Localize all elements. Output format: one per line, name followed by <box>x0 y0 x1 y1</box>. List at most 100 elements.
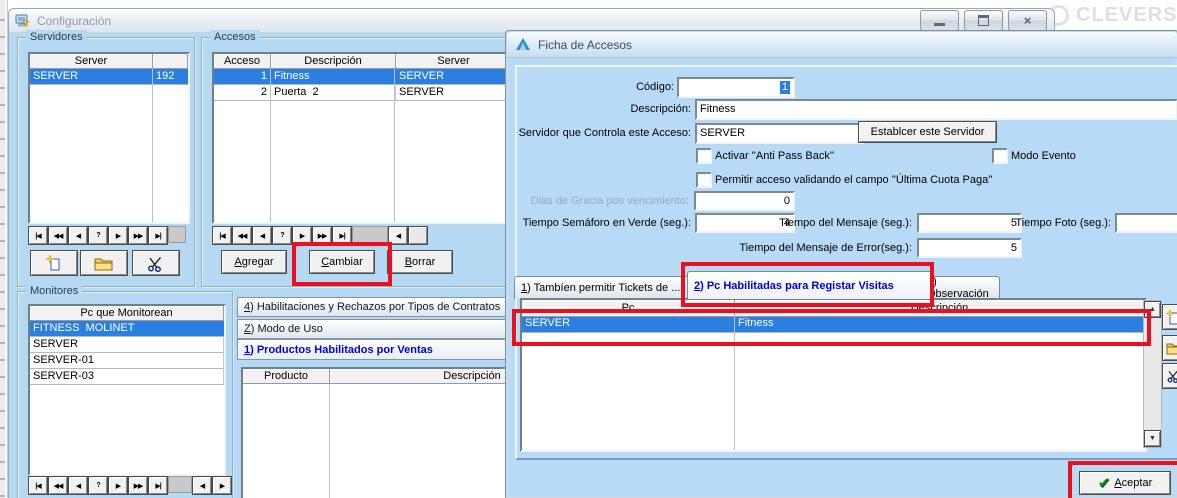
tiempo-mensaje-label: Tiempo del Mensaje (seg.): <box>779 216 912 230</box>
accesos-col-descripcion-header[interactable]: Descripción <box>271 54 396 69</box>
borrar-button[interactable]: Borrar <box>387 250 453 274</box>
borrar-label: Borrar <box>405 256 436 268</box>
codigo-input[interactable]: 1 <box>677 77 795 98</box>
anti-pass-back-checkbox[interactable] <box>696 148 712 164</box>
dialog-icon <box>515 37 531 52</box>
accesos-row-fitness[interactable]: 1 Fitness SERVER <box>214 69 512 85</box>
monitores-row[interactable]: SERVER <box>30 337 224 353</box>
nav-scrollbar-track[interactable] <box>168 226 186 243</box>
nav-fast-back-button[interactable]: ◀◀ <box>232 226 252 245</box>
servidores-nav: |◀ ◀◀ ◀ ? ▶ ▶▶ ▶| <box>28 226 186 243</box>
nav-next-button[interactable]: ▶ <box>108 226 128 245</box>
tab-habilitaciones-contratos[interactable]: 4) Habilitaciones y Rechazos por Tipos d… <box>237 297 516 317</box>
accesos-table: Acceso Descripción Server 1 Fitness SERV… <box>212 52 514 224</box>
tab-productos-habilitados[interactable]: 1) Productos Habilitados por Ventas <box>237 339 516 360</box>
nav-fast-back-button[interactable]: ◀◀ <box>48 476 68 495</box>
tab-label: 3) Observación <box>927 276 993 300</box>
nav-prev-button[interactable]: ◀ <box>68 226 88 245</box>
tiempo-foto-label: Tiempo Foto (seg.): <box>1015 216 1111 230</box>
dialog-titlebar[interactable]: Ficha de Accesos <box>507 32 1177 58</box>
modo-evento-checkbox[interactable] <box>992 148 1008 164</box>
brand-logo-text: CLEVERSO <box>1076 4 1177 27</box>
accesos-row-puerta2[interactable]: 2 Puerta 2 SERVER <box>214 85 512 101</box>
codigo-value: 1 <box>780 81 790 94</box>
highlight-server-row <box>512 309 1151 346</box>
nav-find-button[interactable]: ? <box>88 226 108 245</box>
maximize-button[interactable] <box>964 10 1003 31</box>
codigo-label: Código: <box>636 80 674 94</box>
monitores-row[interactable]: SERVER-01 <box>30 353 224 369</box>
new-document-icon <box>45 255 63 272</box>
minimize-button[interactable] <box>920 10 959 31</box>
folder-icon <box>94 256 114 271</box>
close-icon: × <box>1024 14 1032 27</box>
tiempo-foto-input[interactable] <box>1115 213 1177 233</box>
monitores-row[interactable]: FITNESS MOLINET <box>30 321 224 337</box>
window-controls: × <box>920 10 1047 31</box>
delete-record-button[interactable] <box>132 250 180 276</box>
nav-first-button[interactable]: |◀ <box>28 476 48 495</box>
semaforo-label: Tiempo Semáforo en Verde (seg.): <box>523 216 691 230</box>
nav-fast-forward-button[interactable]: ▶▶ <box>128 226 148 245</box>
edit-pc-button[interactable] <box>1162 335 1177 361</box>
tiempo-error-input[interactable]: 5 <box>917 238 1022 258</box>
tab-tickets[interactable]: 1) Tambíen permitir Tickets de ... <box>514 276 698 299</box>
productos-col-producto-header[interactable]: Producto <box>243 369 330 384</box>
nav-last-button[interactable]: ▶| <box>148 476 168 495</box>
establecer-servidor-label: Establcer este Servidor <box>871 126 985 138</box>
open-record-button[interactable] <box>80 250 128 276</box>
servidores-col-server-header[interactable]: Server <box>30 54 153 69</box>
tab-modo-de-uso[interactable]: Z) Modo de Uso <box>237 319 516 339</box>
nav-first-button[interactable]: |◀ <box>212 226 232 245</box>
scroll-down-button[interactable]: ▼ <box>1144 430 1161 447</box>
dialog-title: Ficha de Accesos <box>538 38 632 52</box>
add-pc-button[interactable] <box>1162 304 1177 330</box>
agregar-button[interactable]: Agregar <box>221 250 287 274</box>
establecer-servidor-button[interactable]: Establcer este Servidor <box>858 121 997 143</box>
descripcion-input[interactable]: Fitness <box>695 99 1177 120</box>
accesos-col-server-header[interactable]: Server <box>396 54 512 69</box>
nav-fast-back-button[interactable]: ◀◀ <box>48 226 68 245</box>
new-record-button[interactable] <box>30 250 78 276</box>
accesos-col-acceso-header[interactable]: Acceso <box>214 54 271 69</box>
nav-prev-button[interactable]: ◀ <box>252 226 272 245</box>
ultima-cuota-checkbox[interactable] <box>696 172 712 188</box>
nav-find-button[interactable]: ? <box>88 476 108 495</box>
servidor-input[interactable]: SERVER <box>695 123 864 144</box>
folder-icon <box>1166 342 1177 355</box>
nav-next-button[interactable]: ▶ <box>108 476 128 495</box>
nav-fast-forward-button[interactable]: ▶▶ <box>128 476 148 495</box>
servidores-col-ip-header[interactable] <box>153 54 188 69</box>
scissors-icon <box>1166 369 1177 383</box>
scroll-left-button[interactable]: ◀ <box>192 476 212 495</box>
monitores-header[interactable]: Pc que Monitorean <box>30 306 224 321</box>
scroll-right-button[interactable]: ▶ <box>212 476 232 495</box>
screen: CLEVERSO Configuración × Servidores <box>0 0 1177 498</box>
nav-scrollbar-thumb[interactable] <box>352 226 388 243</box>
dias-gracia-value: 0 <box>784 195 790 208</box>
tab-label: 1) Tambíen permitir Tickets de ... <box>521 282 680 294</box>
monitores-group: Monitores Pc que Monitorean FITNESS MOLI… <box>17 291 233 498</box>
scroll-blank-button[interactable] <box>408 226 428 245</box>
tab-label: Z) Modo de Uso <box>244 323 323 335</box>
nav-find-button[interactable]: ? <box>272 226 292 245</box>
servidores-row-server[interactable]: SERVER 192 <box>30 69 188 85</box>
tiempo-mensaje-input[interactable]: 5 <box>917 213 1022 233</box>
nav-scrollbar-thumb[interactable] <box>168 476 192 493</box>
servidor-value: SERVER <box>700 127 745 140</box>
nav-last-button[interactable]: ▶| <box>148 226 168 245</box>
column-divider <box>270 69 271 222</box>
ultima-cuota-label: Permitir acceso validando el campo ''Últ… <box>715 173 992 187</box>
nav-prev-button[interactable]: ◀ <box>68 476 88 495</box>
tab-label: 1) Productos Habilitados por Ventas <box>244 344 433 356</box>
remove-pc-button[interactable] <box>1162 363 1177 389</box>
servidor-label: Servidor que Controla este Acceso: <box>519 126 691 140</box>
close-button[interactable]: × <box>1008 10 1047 31</box>
monitores-nav: |◀ ◀◀ ◀ ? ▶ ▶▶ ▶| ◀ ▶ <box>28 476 222 493</box>
new-document-icon <box>1166 310 1177 325</box>
dias-gracia-input[interactable]: 0 <box>694 191 795 211</box>
descripcion-label: Descripción: <box>630 102 691 116</box>
nav-first-button[interactable]: |◀ <box>28 226 48 245</box>
column-divider <box>394 69 395 222</box>
monitores-row[interactable]: SERVER-03 <box>30 369 224 385</box>
